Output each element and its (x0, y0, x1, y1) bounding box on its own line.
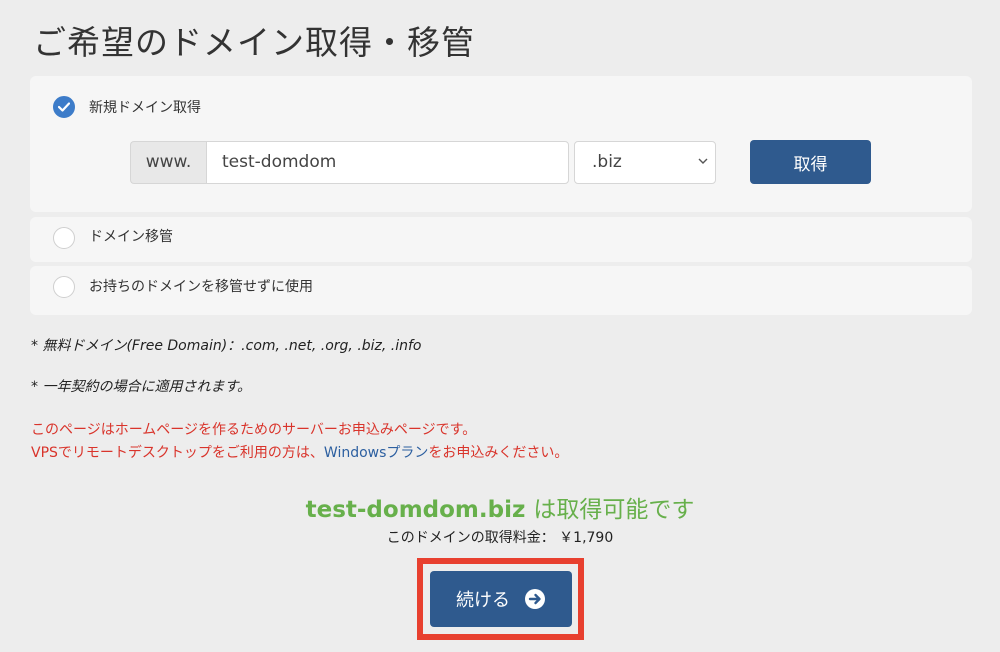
radio-domain-transfer[interactable] (53, 227, 75, 249)
chevron-down-icon (698, 158, 708, 164)
warning-line-2-after: をお申込みください。 (428, 445, 569, 461)
option-card-transfer: ドメイン移管 (30, 217, 972, 262)
price-value: ￥1,790 (559, 530, 614, 546)
available-domain-name: test-domdom.biz (305, 497, 526, 523)
continue-button[interactable]: 続ける (430, 571, 572, 627)
radio-label-existing-domain[interactable]: お持ちのドメインを移管せずに使用 (89, 276, 313, 296)
free-domain-note: * 無料ドメイン(Free Domain)：.com, .net, .org, … (31, 338, 422, 354)
warning-line-2-before: VPSでリモートデスクトップをご利用の方は、 (31, 445, 324, 461)
tld-select[interactable]: .biz (574, 141, 716, 184)
one-year-note: * 一年契約の場合に適用されます。 (31, 379, 252, 395)
radio-new-domain[interactable] (53, 96, 75, 118)
tld-selected-value: .biz (592, 152, 622, 172)
www-prefix: www. (130, 141, 206, 184)
arrow-circle-right-icon (525, 589, 545, 609)
price-label: このドメインの取得料金： (386, 530, 555, 546)
windows-plan-link[interactable]: Windowsプラン (324, 445, 429, 461)
availability-message: test-domdom.biz は取得可能です (0, 490, 1000, 524)
check-icon (58, 102, 70, 112)
option-card-existing: お持ちのドメインを移管せずに使用 (30, 266, 972, 315)
get-domain-button[interactable]: 取得 (750, 140, 871, 184)
option-card-new-domain: 新規ドメイン取得 www. test-domdom .biz 取得 (30, 76, 972, 212)
continue-button-label: 続ける (456, 590, 510, 611)
radio-label-domain-transfer[interactable]: ドメイン移管 (89, 226, 173, 246)
warning-line-2: VPSでリモートデスクトップをご利用の方は、Windowsプランをお申込みくださ… (31, 442, 568, 462)
warning-line-1: このページはホームページを作るためのサーバーお申込みページです。 (31, 422, 477, 438)
availability-status: は取得可能です (533, 497, 695, 523)
price-line: このドメインの取得料金： ￥1,790 (0, 527, 1000, 547)
radio-existing-domain[interactable] (53, 276, 75, 298)
radio-label-new-domain[interactable]: 新規ドメイン取得 (89, 97, 201, 117)
page-title: ご希望のドメイン取得・移管 (33, 23, 475, 62)
domain-name-input[interactable]: test-domdom (206, 141, 569, 184)
